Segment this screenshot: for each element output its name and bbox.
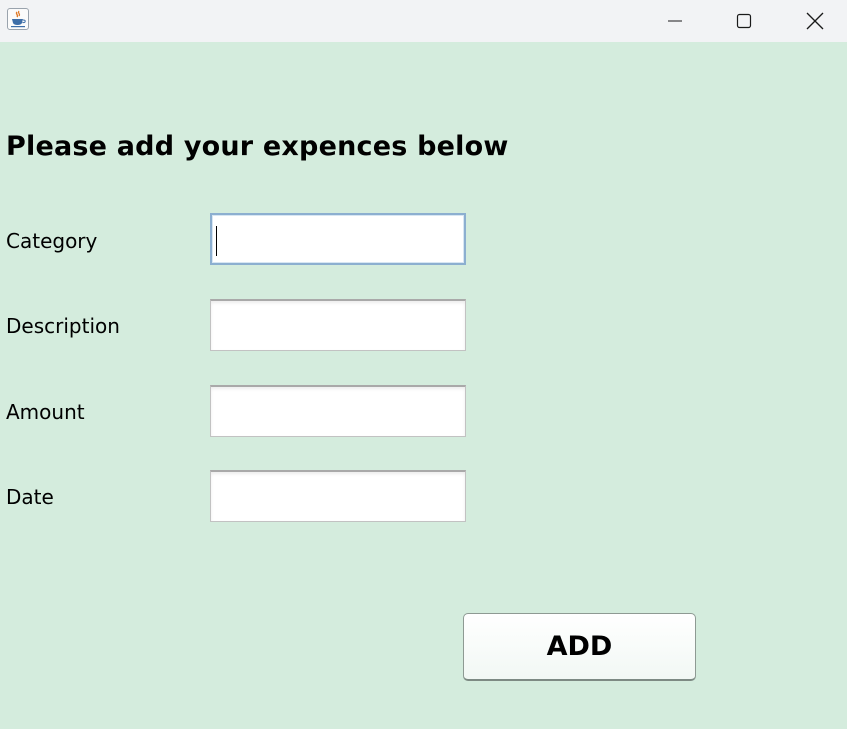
maximize-icon — [736, 13, 752, 29]
java-cup-icon — [7, 8, 29, 30]
minimize-button[interactable] — [640, 0, 710, 42]
date-input[interactable] — [210, 470, 466, 522]
category-input[interactable] — [210, 213, 466, 265]
date-label: Date — [6, 485, 54, 509]
category-label: Category — [6, 229, 98, 253]
amount-input[interactable] — [210, 385, 466, 437]
maximize-button[interactable] — [709, 0, 779, 42]
description-input[interactable] — [210, 299, 466, 351]
description-label: Description — [6, 314, 120, 338]
close-button[interactable] — [780, 0, 847, 42]
minimize-icon — [668, 20, 682, 22]
form-heading: Please add your expences below — [6, 131, 509, 162]
text-caret — [216, 226, 217, 256]
amount-label: Amount — [6, 400, 85, 424]
window-titlebar — [0, 0, 847, 42]
form-panel: Please add your expences below Category … — [0, 42, 847, 729]
close-icon — [806, 12, 824, 30]
add-button[interactable]: ADD — [463, 613, 696, 681]
